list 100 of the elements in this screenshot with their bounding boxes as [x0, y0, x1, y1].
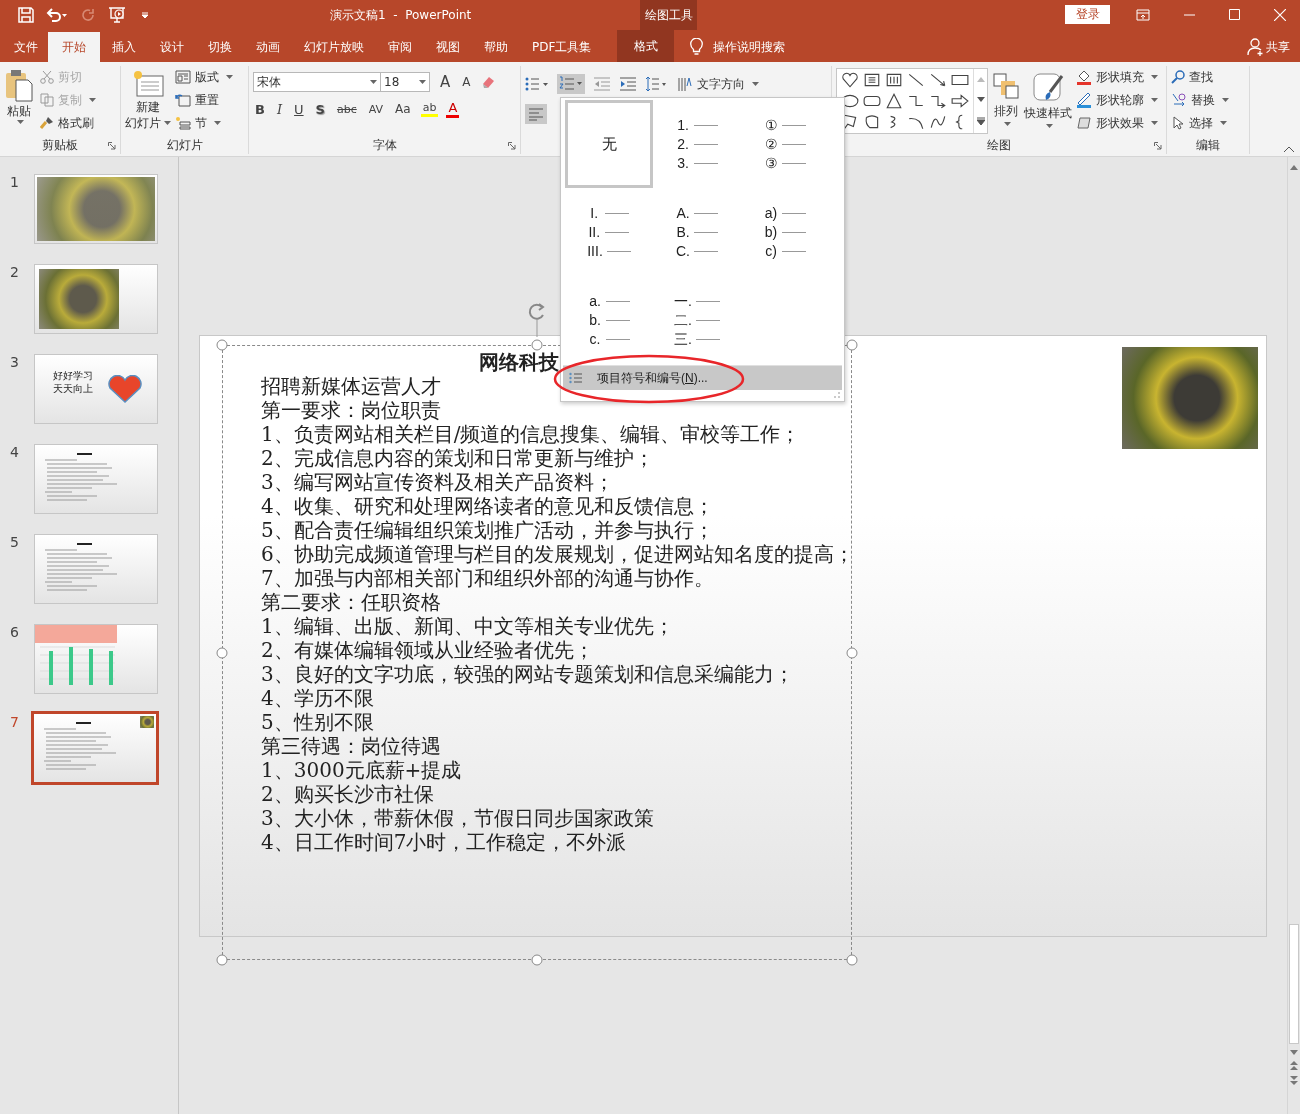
- layout-button[interactable]: 版式: [175, 68, 233, 86]
- maximize-icon[interactable]: [1229, 9, 1240, 20]
- decrease-font-size-button[interactable]: A: [460, 75, 473, 89]
- slide-thumbnail[interactable]: [34, 264, 158, 334]
- decrease-indent-icon[interactable]: [593, 77, 611, 91]
- ribbon-tab[interactable]: 动画: [244, 32, 292, 62]
- underline-button[interactable]: U: [292, 101, 306, 117]
- text-box-icon[interactable]: [863, 71, 881, 89]
- ribbon-tab[interactable]: 插入: [100, 32, 148, 62]
- text-direction-button[interactable]: 文字方向: [677, 75, 759, 93]
- format-painter-button[interactable]: 格式刷: [40, 114, 96, 132]
- resize-handle[interactable]: [216, 339, 228, 351]
- save-icon[interactable]: [18, 7, 34, 23]
- numbering-option[interactable]: ① ② ③: [741, 100, 829, 188]
- curve-icon[interactable]: [929, 113, 947, 131]
- replace-button[interactable]: 替换: [1171, 91, 1229, 109]
- italic-button[interactable]: I: [274, 101, 285, 117]
- ribbon-tab[interactable]: PDF工具集: [520, 32, 604, 62]
- next-slide-icon[interactable]: [1290, 1076, 1298, 1085]
- right-arrow-icon[interactable]: [951, 92, 969, 110]
- quick-styles-button[interactable]: 快速样式: [1024, 66, 1072, 128]
- sign-in-button[interactable]: 登录: [1065, 5, 1110, 24]
- line-spacing-icon[interactable]: [645, 76, 667, 92]
- resize-handle[interactable]: [846, 339, 858, 351]
- ribbon-tab[interactable]: 切换: [196, 32, 244, 62]
- bullets-and-numbering-item[interactable]: 项目符号和编号(N)...: [563, 365, 842, 390]
- scroll-down-icon[interactable]: [1290, 1050, 1298, 1055]
- tell-me-search[interactable]: 操作说明搜索: [713, 32, 786, 62]
- vertical-text-box-icon[interactable]: [885, 71, 903, 89]
- scroll-down-icon[interactable]: [976, 97, 985, 102]
- section-button[interactable]: 节: [175, 114, 233, 132]
- font-size-field[interactable]: 18: [380, 72, 430, 92]
- paste-button[interactable]: 粘贴: [2, 66, 36, 124]
- case-button[interactable]: Aa: [393, 102, 413, 116]
- resize-handle[interactable]: [531, 339, 543, 351]
- ribbon-tab[interactable]: 视图: [424, 32, 472, 62]
- ribbon-tab[interactable]: 审阅: [376, 32, 424, 62]
- ribbon-display-icon[interactable]: [1136, 9, 1150, 21]
- increase-indent-icon[interactable]: [619, 77, 637, 91]
- numbering-option[interactable]: a. b. c.: [565, 276, 653, 364]
- close-icon[interactable]: [1274, 9, 1286, 21]
- dialog-launcher-icon[interactable]: [508, 142, 516, 150]
- dialog-launcher-icon[interactable]: [108, 142, 116, 150]
- resize-handle[interactable]: [846, 647, 858, 658]
- collapse-ribbon-icon[interactable]: [1284, 146, 1294, 152]
- arrow-icon[interactable]: [929, 71, 947, 89]
- resize-handle[interactable]: [216, 647, 228, 658]
- bold-button[interactable]: B: [253, 101, 267, 117]
- scroll-up-icon[interactable]: [1290, 165, 1298, 170]
- numbering-option[interactable]: 无: [565, 100, 653, 188]
- strike-button[interactable]: abc: [334, 102, 359, 116]
- ribbon-tab[interactable]: 文件: [4, 32, 48, 62]
- font-name-field[interactable]: 宋体: [253, 72, 381, 92]
- ribbon-tab[interactable]: 开始: [48, 32, 100, 62]
- resize-handle[interactable]: [216, 954, 228, 966]
- new-slide-button[interactable]: 新建 幻灯片: [125, 66, 171, 130]
- previous-slide-icon[interactable]: [1290, 1061, 1298, 1070]
- shape-outline-button[interactable]: 形状轮廓: [1076, 91, 1158, 109]
- arrange-button[interactable]: 排列: [992, 66, 1020, 126]
- slide-thumbnail[interactable]: [34, 624, 158, 694]
- numbering-option[interactable]: A. B. C.: [653, 188, 741, 276]
- bullets-icon[interactable]: [525, 76, 549, 92]
- font-color-button[interactable]: A: [446, 100, 460, 118]
- more-icon[interactable]: [976, 117, 985, 126]
- ribbon-tab[interactable]: 格式: [617, 30, 675, 62]
- ribbon-tab[interactable]: 设计: [148, 32, 196, 62]
- spacing-button[interactable]: AV: [366, 102, 386, 116]
- highlight-button[interactable]: ab: [420, 101, 439, 117]
- line-icon[interactable]: [907, 71, 925, 89]
- dialog-launcher-icon[interactable]: [1154, 142, 1162, 150]
- shadow-button[interactable]: S: [313, 101, 327, 117]
- customize-icon[interactable]: [140, 10, 150, 20]
- resize-grip-icon[interactable]: [834, 392, 840, 398]
- undo-icon[interactable]: [46, 7, 68, 23]
- increase-font-size-button[interactable]: A: [438, 73, 453, 91]
- numbering-option[interactable]: 1. 2. 3.: [653, 100, 741, 188]
- numbering-option[interactable]: I. II. III.: [565, 188, 653, 276]
- find-button[interactable]: 查找: [1171, 68, 1229, 86]
- numbering-option[interactable]: a) b) c): [741, 188, 829, 276]
- slide-thumbnail[interactable]: 好好学习 天天向上: [34, 354, 158, 424]
- slide-thumbnail[interactable]: [34, 534, 158, 604]
- shape-fill-button[interactable]: 形状填充: [1076, 68, 1158, 86]
- resize-handle[interactable]: [531, 954, 543, 966]
- slide-thumbnail[interactable]: [34, 444, 158, 514]
- triangle-icon[interactable]: [885, 92, 903, 110]
- group-label: 绘图: [987, 136, 1011, 154]
- ribbon-tab[interactable]: 幻灯片放映: [292, 32, 376, 62]
- freeform-shape-icon[interactable]: [863, 113, 881, 131]
- scrollbar-thumb[interactable]: [1289, 924, 1299, 1044]
- resize-handle[interactable]: [846, 954, 858, 966]
- slide-thumbnail[interactable]: [31, 711, 159, 785]
- presentation-icon[interactable]: [108, 6, 128, 24]
- select-button[interactable]: 选择: [1171, 114, 1229, 132]
- numbering-option[interactable]: 一. 二. 三.: [653, 276, 741, 364]
- heart-icon[interactable]: [841, 71, 859, 89]
- reset-button[interactable]: 重置: [175, 91, 233, 109]
- ribbon-tab[interactable]: 帮助: [472, 32, 520, 62]
- eraser-icon[interactable]: [480, 74, 497, 90]
- share-button[interactable]: 共享: [1264, 32, 1300, 62]
- shape-effects-button[interactable]: 形状效果: [1076, 114, 1158, 132]
